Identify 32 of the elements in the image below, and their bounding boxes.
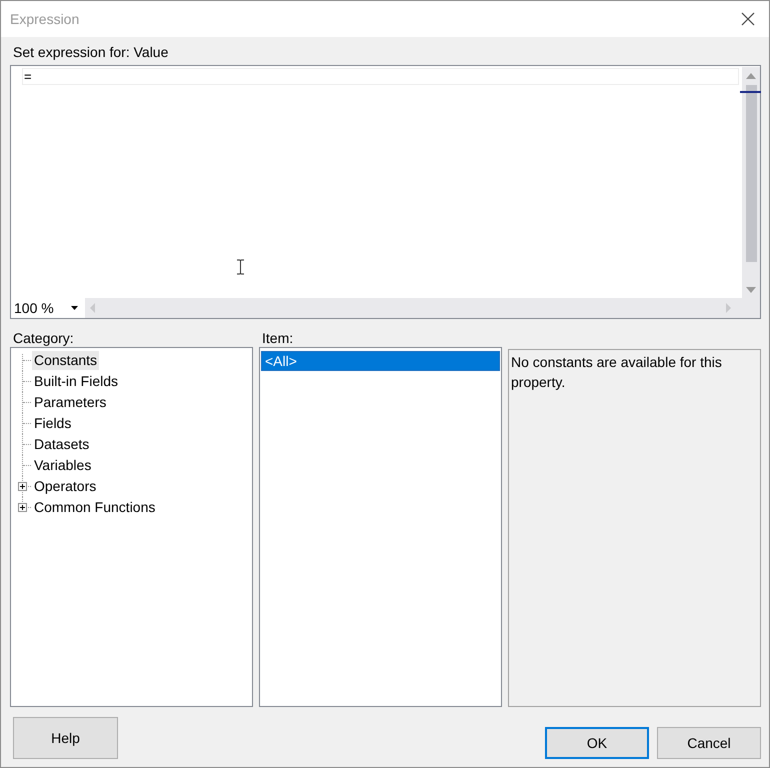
tree-item[interactable]: Common Functions [32,498,158,517]
description-text: No constants are available for this property. [511,353,723,392]
expression-editor[interactable]: = 100 % [10,65,761,319]
text-cursor-icon [236,259,245,275]
list-item[interactable]: <All> [261,351,500,371]
item-label: Item: [262,330,294,346]
tree-item[interactable]: Constants [32,351,100,370]
tree-item[interactable]: Parameters [32,393,108,412]
horizontal-scrollbar[interactable] [85,298,760,318]
tree-item[interactable]: Built-in Fields [32,372,120,391]
tree-item[interactable]: Datasets [32,435,92,454]
expression-label: Set expression for: Value [13,43,168,62]
expand-icon[interactable] [18,482,27,491]
tree-item[interactable]: Variables [32,456,94,475]
cancel-button[interactable]: Cancel [657,727,761,759]
scroll-down-arrow-icon[interactable] [746,286,756,292]
scrollbar-thumb[interactable] [746,85,756,262]
tree-item[interactable]: Fields [32,414,74,433]
scroll-left-arrow-icon[interactable] [90,303,95,313]
scroll-marker-icon [740,91,761,93]
close-icon [741,12,755,26]
vertical-scrollbar[interactable] [742,67,760,298]
category-label: Category: [13,330,74,346]
scroll-up-arrow-icon[interactable] [746,72,756,78]
expand-icon[interactable] [18,503,27,512]
close-button[interactable] [741,12,755,26]
scroll-right-arrow-icon[interactable] [726,303,731,313]
window-title: Expression [10,10,80,28]
ok-button[interactable]: OK [545,727,649,759]
help-button[interactable]: Help [13,717,118,759]
caret-icon [71,306,78,310]
tree-item[interactable]: Operators [32,477,98,496]
